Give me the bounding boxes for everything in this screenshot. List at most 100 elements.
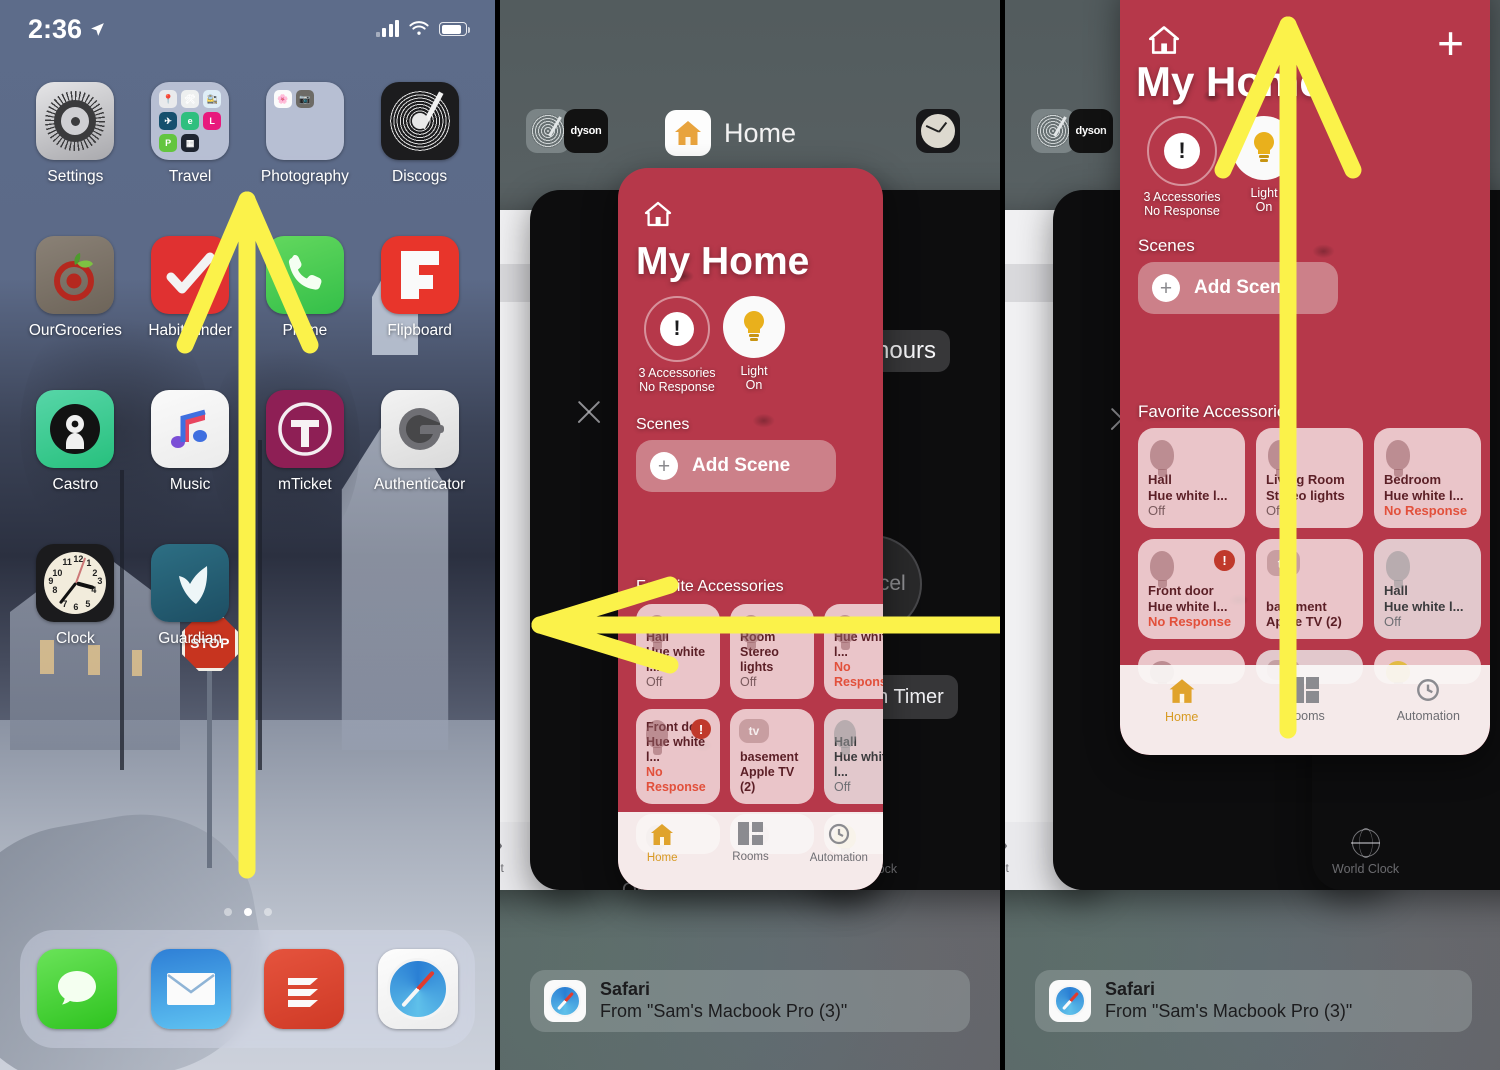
app-discogs[interactable]: Discogs: [362, 82, 477, 186]
status-ring: !: [644, 296, 710, 362]
vinyl-record-icon[interactable]: [380, 82, 459, 160]
letter-f-icon[interactable]: [380, 236, 459, 314]
compass-icon[interactable]: [378, 949, 459, 1029]
dock-app-safari[interactable]: [378, 949, 459, 1029]
app-castro[interactable]: Castro: [18, 390, 133, 494]
accessory-tile[interactable]: tv basement Apple TV (2): [730, 709, 814, 804]
dyson-icon[interactable]: dyson: [1069, 109, 1113, 153]
panel-home-screen: STOP 2:36 Settings 📍 🛠 🚉 ✈ e L P ▦ Trave…: [0, 0, 495, 1070]
accessory-tile[interactable]: Hall Hue white l... Off: [636, 604, 720, 699]
tab-automation[interactable]: Automation: [1367, 677, 1490, 723]
exclamation-icon: !: [660, 312, 694, 346]
settings-gear-icon[interactable]: [36, 82, 115, 160]
status-line-2: On: [745, 377, 763, 392]
card-home-app[interactable]: My Home ! 3 Accessories No Response Ligh…: [618, 168, 883, 890]
accessory-detail: Hue white l...: [1384, 598, 1464, 614]
app-folder-travel[interactable]: 📍 🛠 🚉 ✈ e L P ▦ Travel: [133, 82, 248, 186]
app-folder-photography[interactable]: 🌸 📷 Photography: [248, 82, 363, 186]
plus-icon[interactable]: +: [1437, 20, 1464, 66]
checkmark-icon[interactable]: [151, 236, 230, 314]
accessory-tile[interactable]: Living Room Stereo lights Off: [730, 604, 814, 699]
status-badge: !: [691, 719, 711, 739]
app-habitminder[interactable]: HabitMinder: [133, 236, 248, 340]
accessory-status: Off: [834, 780, 851, 794]
app-clock[interactable]: 12 3 6 9 11 1 2 4 5 7 8 10 Clock: [18, 544, 133, 648]
shield-g-icon[interactable]: [151, 544, 230, 622]
accessory-tile[interactable]: Hall Hue white l... Off: [1374, 539, 1481, 639]
close-icon[interactable]: [572, 395, 606, 429]
location-arrow-icon: [91, 22, 104, 36]
accessory-text: Living Room Stereo lights Off: [1256, 472, 1363, 528]
tab-home[interactable]: Home: [618, 822, 706, 864]
home-app-icon: [665, 110, 711, 156]
app-music[interactable]: Music: [133, 390, 248, 494]
handoff-safari[interactable]: Safari From "Sam's Macbook Pro (3)": [1035, 970, 1472, 1032]
tab-automation[interactable]: Automation: [795, 822, 883, 864]
lightbulb-icon: [834, 720, 856, 755]
app-phone[interactable]: Phone: [248, 236, 363, 340]
folder-icon[interactable]: 🌸 📷: [265, 82, 344, 160]
app-authenticator[interactable]: Authenticator: [362, 390, 477, 494]
app-ourgroceries[interactable]: OurGroceries: [18, 236, 133, 340]
rooms-grid-icon: [737, 822, 763, 845]
accessory-tile[interactable]: Hall Hue white l... Off: [1138, 428, 1245, 528]
tab-world-clock[interactable]: World Clock: [1332, 829, 1399, 876]
add-scene-button[interactable]: + Add Scene: [1138, 262, 1338, 314]
status-label: Light On: [1250, 186, 1277, 215]
tab-label: Rooms: [732, 851, 769, 863]
card-home-app-expanded[interactable]: + My Home ! 3 Accessories No Response Li…: [1120, 0, 1490, 755]
accessory-tile[interactable]: Hall Hue white l... Off: [824, 709, 883, 804]
dyson-wordmark: dyson: [570, 125, 602, 137]
app-label: Authenticator: [373, 476, 466, 493]
letter-g-dial-icon[interactable]: [380, 390, 459, 468]
dock-app-mail[interactable]: [150, 949, 231, 1029]
accessory-tile[interactable]: Bedroom Hue white l... No Response: [1374, 428, 1481, 528]
tab-home[interactable]: Home: [1120, 677, 1243, 724]
status-circle-no-response[interactable]: ! 3 Accessories No Response: [1140, 116, 1224, 219]
page-dots[interactable]: [0, 908, 495, 916]
dock-app-messages[interactable]: [36, 949, 117, 1029]
accessory-tile[interactable]: ! Front door Hue white l... No Response: [1138, 539, 1245, 639]
castro-circle-icon[interactable]: [36, 390, 115, 468]
page-dot[interactable]: [223, 908, 232, 916]
handoff-source: From "Sam's Macbook Pro (3)": [600, 1001, 848, 1021]
page-dot[interactable]: [263, 908, 272, 916]
status-circle-light-on[interactable]: Light On: [718, 296, 790, 393]
tab-rooms[interactable]: Rooms: [1243, 677, 1366, 723]
speech-bubble-icon[interactable]: [36, 949, 117, 1029]
phone-handset-icon[interactable]: [265, 236, 344, 314]
house-outline-icon[interactable]: [1148, 24, 1180, 61]
tab-rooms[interactable]: Rooms: [706, 822, 794, 863]
accessory-tile[interactable]: tv basement Apple TV (2): [1256, 539, 1363, 639]
house-outline-icon[interactable]: [644, 200, 672, 233]
app-guardian[interactable]: Guardian: [133, 544, 248, 648]
status-circle-light-on[interactable]: Light On: [1226, 116, 1302, 215]
analog-clock-icon[interactable]: [916, 109, 960, 153]
dock-app-todoist[interactable]: [264, 949, 345, 1029]
app-settings[interactable]: Settings: [18, 82, 133, 186]
envelope-icon[interactable]: [150, 949, 231, 1029]
status-circle-no-response[interactable]: ! 3 Accessories No Response: [638, 296, 716, 395]
accessory-tile[interactable]: ! Front door Hue white l... No Response: [636, 709, 720, 804]
app-label: HabitMinder: [148, 322, 232, 339]
add-scene-button[interactable]: + Add Scene: [636, 440, 836, 492]
three-chevrons-icon[interactable]: [264, 949, 345, 1029]
status-line-1: 3 Accessories: [1143, 190, 1221, 204]
handoff-safari[interactable]: Safari From "Sam's Macbook Pro (3)": [530, 970, 970, 1032]
music-note-icon[interactable]: [151, 390, 230, 468]
page-dot-active[interactable]: [243, 908, 252, 916]
tab-label: Automation: [809, 852, 868, 864]
app-flipboard[interactable]: Flipboard: [362, 236, 477, 340]
apple-leaf-icon[interactable]: [36, 236, 115, 314]
accessory-tile[interactable]: Living Room Stereo lights Off: [1256, 428, 1363, 528]
letter-t-icon[interactable]: [265, 390, 344, 468]
app-mticket[interactable]: mTicket: [248, 390, 363, 494]
dyson-icon[interactable]: dyson: [564, 109, 608, 153]
folder-icon[interactable]: 📍 🛠 🚉 ✈ e L P ▦: [151, 82, 230, 160]
tab-label: Automation: [1396, 709, 1460, 723]
accessory-tile[interactable]: Bedroom Hue white l... No Response: [824, 604, 883, 699]
accessory-detail: Hue white l...: [1148, 487, 1228, 503]
exclamation-icon: !: [1164, 133, 1200, 169]
analog-clock-icon[interactable]: 12 3 6 9 11 1 2 4 5 7 8 10: [36, 544, 115, 622]
accessory-text: Front door Hue white l... No Response: [1138, 583, 1245, 639]
